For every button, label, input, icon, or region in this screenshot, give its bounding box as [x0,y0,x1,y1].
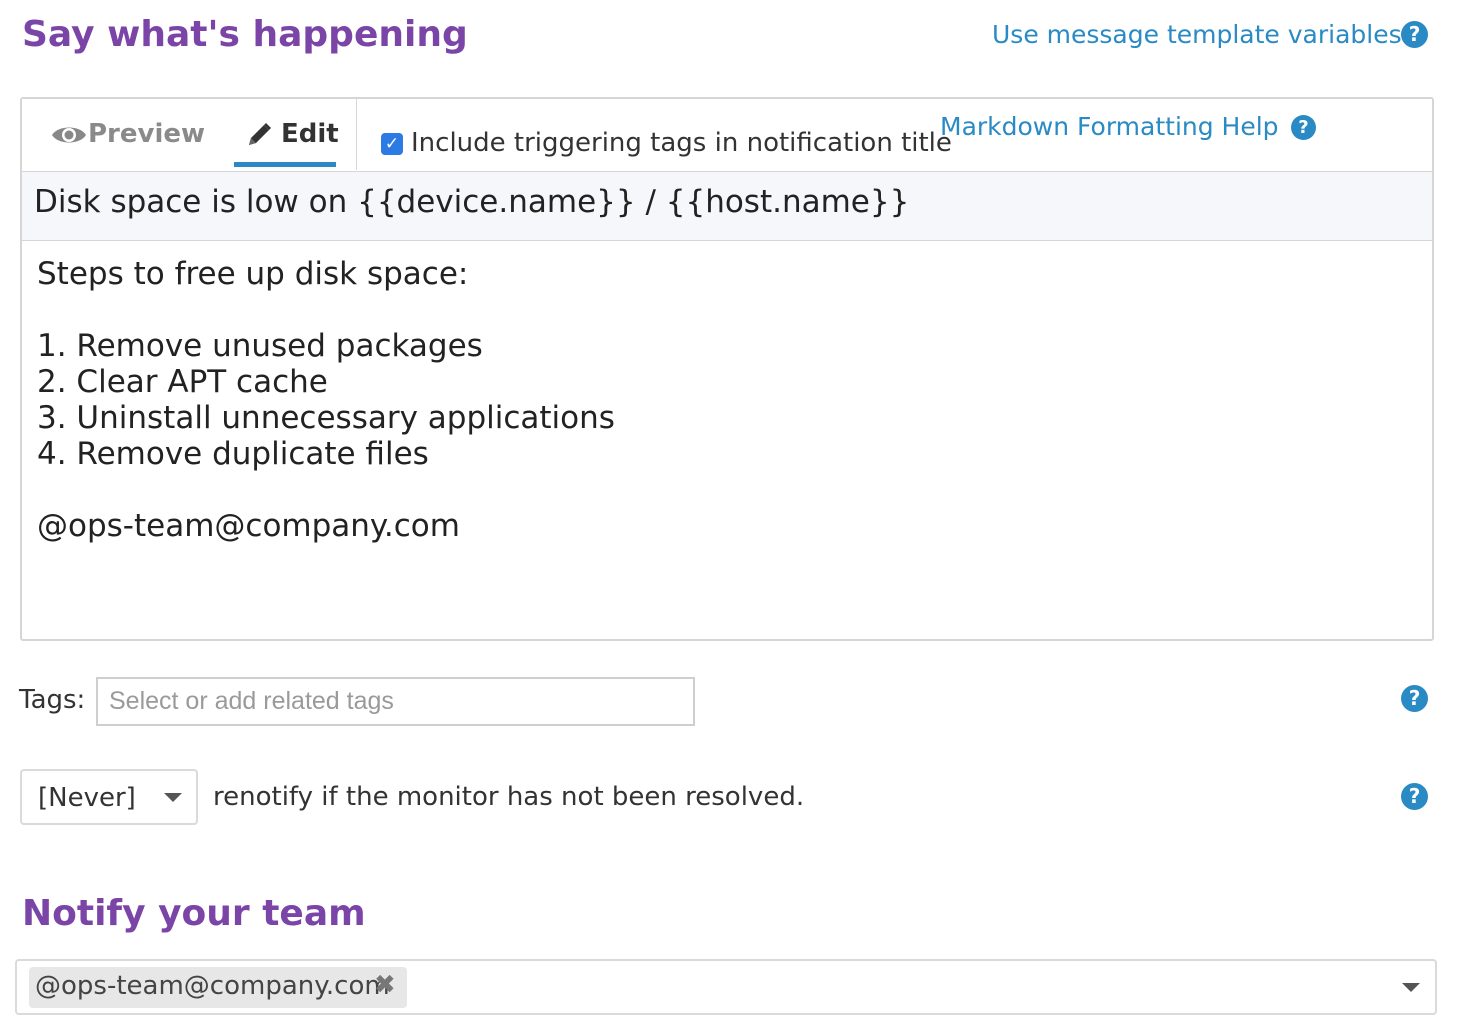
help-icon[interactable]: ? [1401,685,1428,712]
section-title-notify-your-team: Notify your team [22,893,366,934]
chevron-down-icon[interactable] [1402,983,1420,992]
remove-recipient-icon[interactable]: ✖ [374,970,396,1000]
section-title-say-whats-happening: Say what's happening [22,14,468,55]
tags-label: Tags: [19,685,86,715]
include-tags-checkbox[interactable]: ✓ [381,133,403,155]
eye-icon [50,122,88,152]
tags-input[interactable]: Select or add related tags [96,677,695,726]
tab-divider [356,99,357,170]
help-icon[interactable]: ? [1401,783,1428,810]
renotify-select[interactable]: [Never] [20,769,198,825]
renotify-select-value: [Never] [38,783,136,813]
help-icon[interactable]: ? [1401,21,1428,48]
markdown-help-link[interactable]: Markdown Formatting Help [940,112,1279,141]
template-variables-link[interactable]: Use message template variables [992,20,1402,49]
message-body-textarea[interactable]: Steps to free up disk space: 1. Remove u… [37,256,615,544]
tab-edit-label: Edit [281,119,339,149]
renotify-description: renotify if the monitor has not been res… [213,782,805,812]
tab-preview-label: Preview [88,119,206,149]
notification-title-value: Disk space is low on {{device.name}} / {… [34,184,910,220]
active-tab-indicator [234,162,336,167]
recipient-chip-label: @ops-team@company.com [35,971,390,1001]
tab-edit[interactable]: Edit [234,115,339,168]
pencil-icon [244,120,274,154]
include-tags-label: Include triggering tags in notification … [411,128,952,158]
help-icon[interactable]: ? [1291,115,1316,140]
chevron-down-icon [164,793,182,802]
recipient-chip: @ops-team@company.com ✖ [29,967,407,1008]
